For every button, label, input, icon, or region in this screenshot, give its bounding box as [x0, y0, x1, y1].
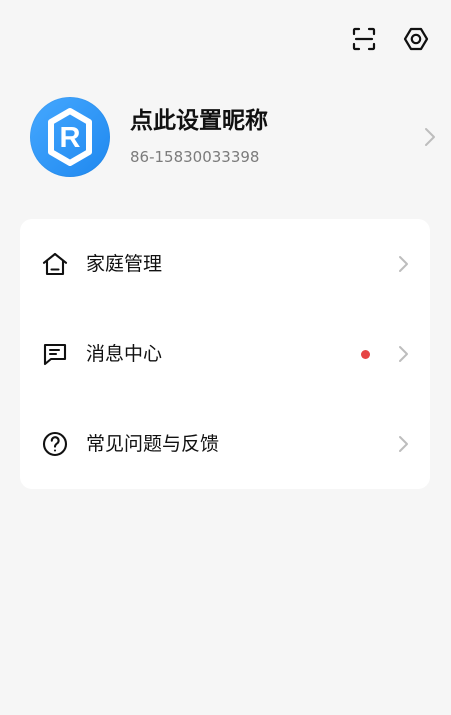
profile-text: 点此设置昵称 86-15830033398: [130, 108, 420, 166]
menu-card: 家庭管理 消息中心 常见问题与反馈: [20, 219, 430, 489]
brand-logo-icon: R: [48, 108, 92, 166]
settings-icon[interactable]: [401, 24, 431, 54]
phone-number: 86-15830033398: [130, 147, 260, 166]
scan-icon[interactable]: [349, 24, 379, 54]
chevron-right-icon: [420, 127, 440, 147]
avatar-letter: R: [60, 122, 81, 154]
profile-header[interactable]: R 点此设置昵称 86-15830033398: [30, 96, 435, 178]
menu-label: 常见问题与反馈: [86, 432, 220, 455]
menu-item-message-center[interactable]: 消息中心: [20, 309, 430, 399]
help-icon: [40, 429, 70, 459]
nickname-text[interactable]: 点此设置昵称: [130, 108, 420, 136]
unread-badge: [361, 349, 370, 359]
menu-item-home-management[interactable]: 家庭管理: [20, 219, 430, 309]
home-icon: [40, 249, 70, 279]
avatar[interactable]: R: [30, 97, 110, 177]
message-icon: [40, 339, 70, 369]
menu-label: 消息中心: [86, 342, 163, 365]
menu-item-faq-feedback[interactable]: 常见问题与反馈: [20, 399, 430, 489]
chevron-right-icon: [394, 435, 412, 453]
chevron-right-icon: [394, 345, 412, 363]
chevron-right-icon: [394, 255, 412, 273]
top-actions: [349, 24, 431, 54]
menu-label: 家庭管理: [86, 252, 163, 275]
